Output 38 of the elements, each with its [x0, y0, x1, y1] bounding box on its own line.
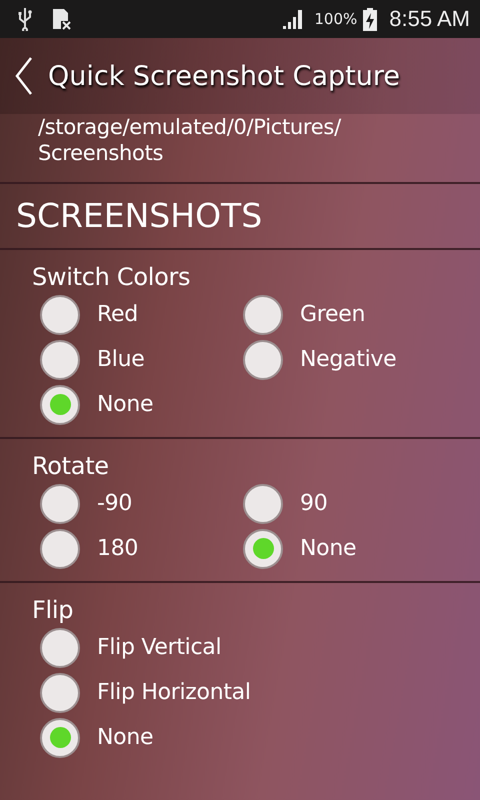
clock: 8:55 AM	[389, 6, 470, 32]
radio-button[interactable]	[40, 384, 80, 424]
radio-button[interactable]	[40, 294, 80, 334]
group-title: Flip	[32, 595, 74, 625]
radio-button[interactable]	[243, 528, 283, 568]
radio-option[interactable]: Flip Horizontal	[40, 670, 480, 715]
radio-option[interactable]: Negative	[243, 337, 480, 382]
radio-button[interactable]	[243, 294, 283, 334]
radio-option[interactable]: Flip Vertical	[40, 625, 480, 670]
radio-button[interactable]	[40, 672, 80, 712]
radio-option[interactable]: None	[40, 382, 243, 427]
signal-icon	[282, 8, 304, 30]
back-icon	[14, 56, 34, 96]
radio-button[interactable]	[40, 528, 80, 568]
radio-button[interactable]	[40, 484, 80, 524]
battery-percentage: 100%	[314, 10, 358, 28]
usb-icon	[18, 7, 32, 31]
radio-button[interactable]	[40, 718, 80, 758]
radio-option[interactable]: 180	[40, 526, 243, 571]
battery-charging-icon	[363, 7, 378, 31]
radio-button[interactable]	[40, 628, 80, 668]
radio-option[interactable]: 90	[243, 481, 480, 526]
back-button[interactable]	[14, 56, 34, 96]
radio-option[interactable]: Red	[40, 292, 243, 337]
app-title: Quick Screenshot Capture	[48, 60, 400, 92]
radio-option[interactable]: -90	[40, 481, 243, 526]
radio-button[interactable]	[243, 340, 283, 380]
radio-option[interactable]: None	[40, 715, 480, 760]
radio-button[interactable]	[40, 340, 80, 380]
folder-path: /storage/emulated/0/Pictures/ Screenshots	[37, 114, 342, 167]
group-title: Rotate	[32, 451, 110, 481]
radio-option[interactable]: None	[243, 526, 480, 571]
radio-option[interactable]: Blue	[40, 337, 243, 382]
group-title: Switch Colors	[32, 262, 192, 292]
radio-option[interactable]: Green	[243, 292, 480, 337]
radio-button[interactable]	[243, 484, 283, 524]
sim-card-icon	[52, 8, 72, 30]
section-heading: SCREENSHOTS	[15, 195, 264, 237]
